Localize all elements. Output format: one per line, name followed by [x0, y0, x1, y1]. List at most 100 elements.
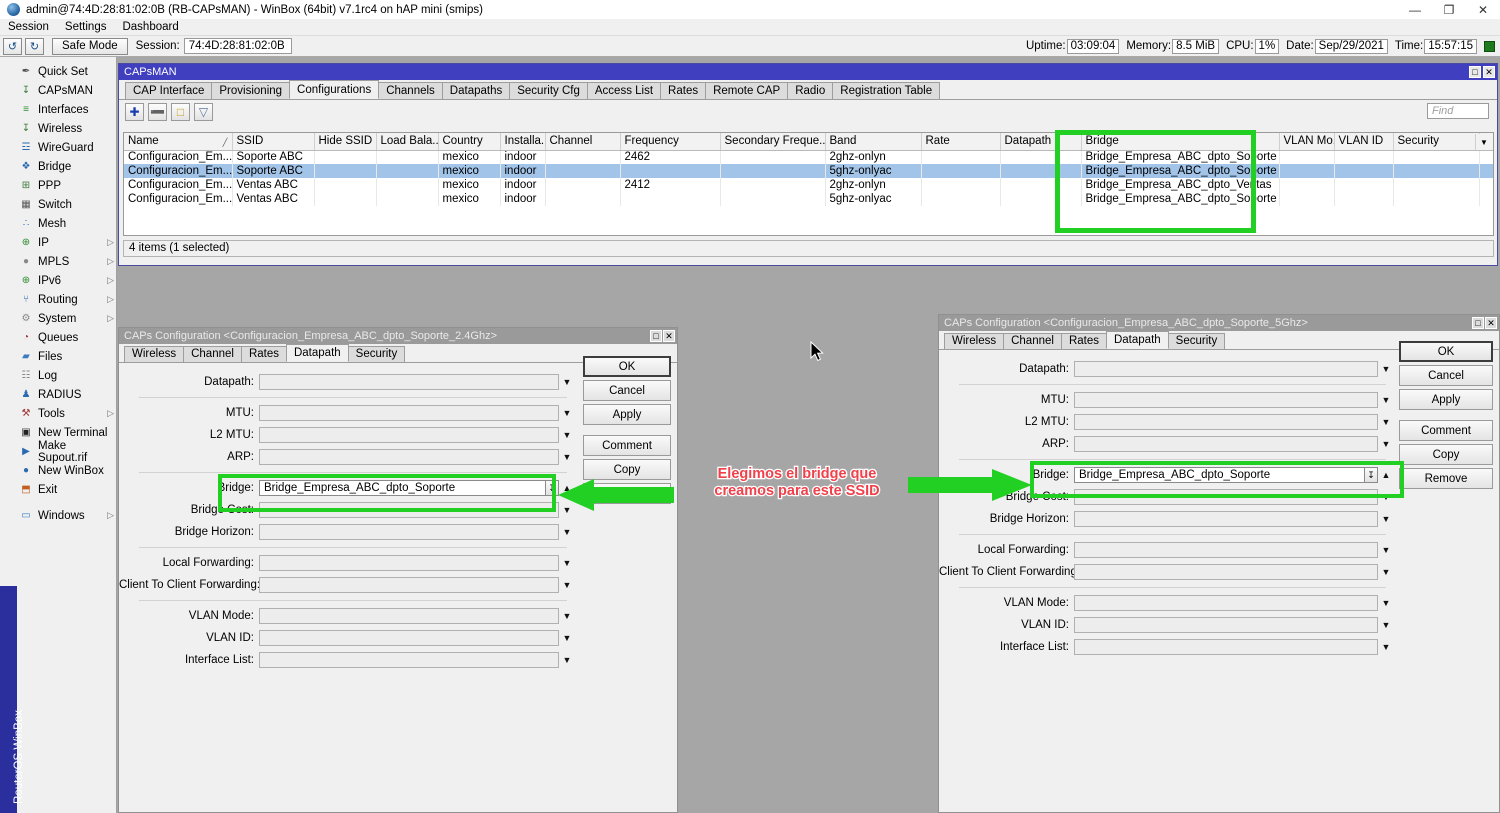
session-value[interactable]: 74:4D:28:81:02:0B: [184, 38, 292, 54]
sidebar-item-mpls[interactable]: ●MPLS▷: [17, 252, 117, 271]
input-vlan-id[interactable]: [1074, 617, 1378, 633]
input-bridge-horizon[interactable]: [1074, 511, 1378, 527]
input-bridge-horizon[interactable]: [259, 524, 559, 540]
table-row[interactable]: Configuracion_Em...Soporte ABCmexicoindo…: [124, 164, 1494, 178]
input-mtu[interactable]: [259, 405, 559, 421]
input-bridge[interactable]: Bridge_Empresa_ABC_dpto_Soporte: [259, 480, 546, 496]
input-bridge[interactable]: Bridge_Empresa_ABC_dpto_Soporte: [1074, 467, 1365, 483]
input-client-to-client-forwarding[interactable]: [1074, 564, 1378, 580]
chevron-down-icon[interactable]: ▼: [1378, 639, 1394, 655]
sidebar-item-bridge[interactable]: ❖Bridge: [17, 157, 117, 176]
sidebar-item-wireguard[interactable]: ☲WireGuard: [17, 138, 117, 157]
copy-button[interactable]: Copy: [583, 459, 671, 480]
chevron-down-icon[interactable]: ▼: [1378, 617, 1394, 633]
chevron-down-icon[interactable]: ▼: [1378, 542, 1394, 558]
column-header-secondary-freque[interactable]: Secondary Freque...: [720, 133, 825, 150]
apply-button[interactable]: Apply: [1399, 389, 1493, 410]
tab-cap-interface[interactable]: CAP Interface: [125, 82, 212, 99]
dialog-right-restore-button[interactable]: □: [1472, 317, 1484, 329]
chevron-down-icon[interactable]: ▼: [559, 427, 575, 443]
dialog-right-tab-channel[interactable]: Channel: [1003, 333, 1062, 349]
input-vlan-mode[interactable]: [259, 608, 559, 624]
chevron-down-icon[interactable]: ▼: [559, 374, 575, 390]
column-header-channel[interactable]: Channel: [545, 133, 620, 150]
input-mtu[interactable]: [1074, 392, 1378, 408]
sidebar-item-radius[interactable]: ♟RADIUS: [17, 385, 117, 404]
column-header-load-bala[interactable]: Load Bala...: [376, 133, 438, 150]
dialog-right-tab-datapath[interactable]: Datapath: [1106, 331, 1169, 349]
undo-icon[interactable]: ↺: [3, 38, 22, 55]
table-row[interactable]: Configuracion_Em...Ventas ABCmexicoindoo…: [124, 178, 1494, 192]
column-header-vlan-mo[interactable]: VLAN Mo...: [1279, 133, 1334, 150]
chevron-down-icon[interactable]: ▼: [1378, 489, 1394, 505]
chevron-down-icon[interactable]: ▼: [559, 630, 575, 646]
sidebar-item-make-supout-rif[interactable]: ▶Make Supout.rif: [17, 442, 117, 461]
cancel-button[interactable]: Cancel: [1399, 365, 1493, 386]
configurations-table-container[interactable]: Name╱SSIDHide SSIDLoad Bala...CountryIns…: [123, 132, 1494, 236]
column-header-hide-ssid[interactable]: Hide SSID: [314, 133, 376, 150]
input-interface-list[interactable]: [259, 652, 559, 668]
add-button[interactable]: ✚: [125, 103, 144, 121]
table-row[interactable]: Configuracion_Em...Ventas ABCmexicoindoo…: [124, 192, 1494, 206]
table-row[interactable]: Configuracion_Em...Soporte ABCmexicoindo…: [124, 150, 1494, 164]
chevron-down-icon[interactable]: ▼: [559, 405, 575, 421]
find-input[interactable]: Find: [1427, 103, 1489, 119]
sidebar-item-quick-set[interactable]: ✒Quick Set: [17, 62, 117, 81]
input-datapath[interactable]: [1074, 361, 1378, 377]
chevron-down-icon[interactable]: ▼: [559, 652, 575, 668]
column-header-country[interactable]: Country: [438, 133, 500, 150]
dialog-right-tab-wireless[interactable]: Wireless: [944, 333, 1004, 349]
cancel-button[interactable]: Cancel: [583, 380, 671, 401]
chevron-down-icon[interactable]: ▼: [1378, 361, 1394, 377]
column-header-ssid[interactable]: SSID: [232, 133, 314, 150]
input-local-forwarding[interactable]: [1074, 542, 1378, 558]
chevron-down-icon[interactable]: ▼: [559, 608, 575, 624]
menu-item-dashboard[interactable]: Dashboard: [114, 19, 186, 36]
column-header-datapath[interactable]: Datapath: [1000, 133, 1081, 150]
chevron-down-icon[interactable]: ▼: [559, 449, 575, 465]
menu-item-settings[interactable]: Settings: [57, 19, 115, 36]
capsman-restore-button[interactable]: □: [1469, 66, 1481, 78]
safe-mode-button[interactable]: Safe Mode: [52, 38, 128, 55]
comment-button[interactable]: □: [171, 103, 190, 121]
column-header-vlan-id[interactable]: VLAN ID: [1334, 133, 1393, 150]
sidebar-item-mesh[interactable]: ∴Mesh: [17, 214, 117, 233]
column-header-installa[interactable]: Installa...: [500, 133, 545, 150]
column-header-band[interactable]: Band: [825, 133, 921, 150]
input-arp[interactable]: [1074, 436, 1378, 452]
dialog-left-restore-button[interactable]: □: [650, 330, 662, 342]
dialog-left-tab-datapath[interactable]: Datapath: [286, 344, 349, 362]
sidebar-item-windows[interactable]: ▭Windows▷: [17, 506, 117, 525]
chevron-down-icon[interactable]: ▼: [1378, 392, 1394, 408]
input-vlan-mode[interactable]: [1074, 595, 1378, 611]
close-button[interactable]: ✕: [1466, 0, 1500, 19]
sidebar-item-system[interactable]: ⚙System▷: [17, 309, 117, 328]
sidebar-item-wireless[interactable]: ↧Wireless: [17, 119, 117, 138]
dialog-left-tab-rates[interactable]: Rates: [241, 346, 287, 362]
column-header-frequency[interactable]: Frequency: [620, 133, 720, 150]
minimize-button[interactable]: —: [1398, 0, 1432, 19]
chevron-down-icon[interactable]: ▼: [559, 524, 575, 540]
sidebar-item-routing[interactable]: ⑂Routing▷: [17, 290, 117, 309]
remove-button[interactable]: Remove: [1399, 468, 1493, 489]
tab-datapaths[interactable]: Datapaths: [442, 82, 510, 99]
chevron-down-icon[interactable]: ▼: [1378, 511, 1394, 527]
comment-button[interactable]: Comment: [583, 435, 671, 456]
input-bridge-cost[interactable]: [259, 502, 559, 518]
tab-remote-cap[interactable]: Remote CAP: [705, 82, 788, 99]
spinner-down-icon[interactable]: ↧: [1365, 467, 1378, 483]
menu-item-session[interactable]: Session: [0, 19, 57, 36]
comment-button[interactable]: Comment: [1399, 420, 1493, 441]
sidebar-item-log[interactable]: ☷Log: [17, 366, 117, 385]
sidebar-item-exit[interactable]: ⬒Exit: [17, 480, 117, 499]
column-header-name[interactable]: Name╱: [124, 133, 232, 150]
tab-access-list[interactable]: Access List: [587, 82, 661, 99]
sidebar-item-files[interactable]: ▰Files: [17, 347, 117, 366]
column-header-security[interactable]: Security: [1393, 133, 1479, 150]
tab-configurations[interactable]: Configurations: [289, 80, 379, 99]
input-l2-mtu[interactable]: [259, 427, 559, 443]
sidebar-item-new-winbox[interactable]: ●New WinBox: [17, 461, 117, 480]
sidebar-item-capsman[interactable]: ↧CAPsMAN: [17, 81, 117, 100]
maximize-button[interactable]: ❐: [1432, 0, 1466, 19]
ok-button[interactable]: OK: [583, 356, 671, 377]
